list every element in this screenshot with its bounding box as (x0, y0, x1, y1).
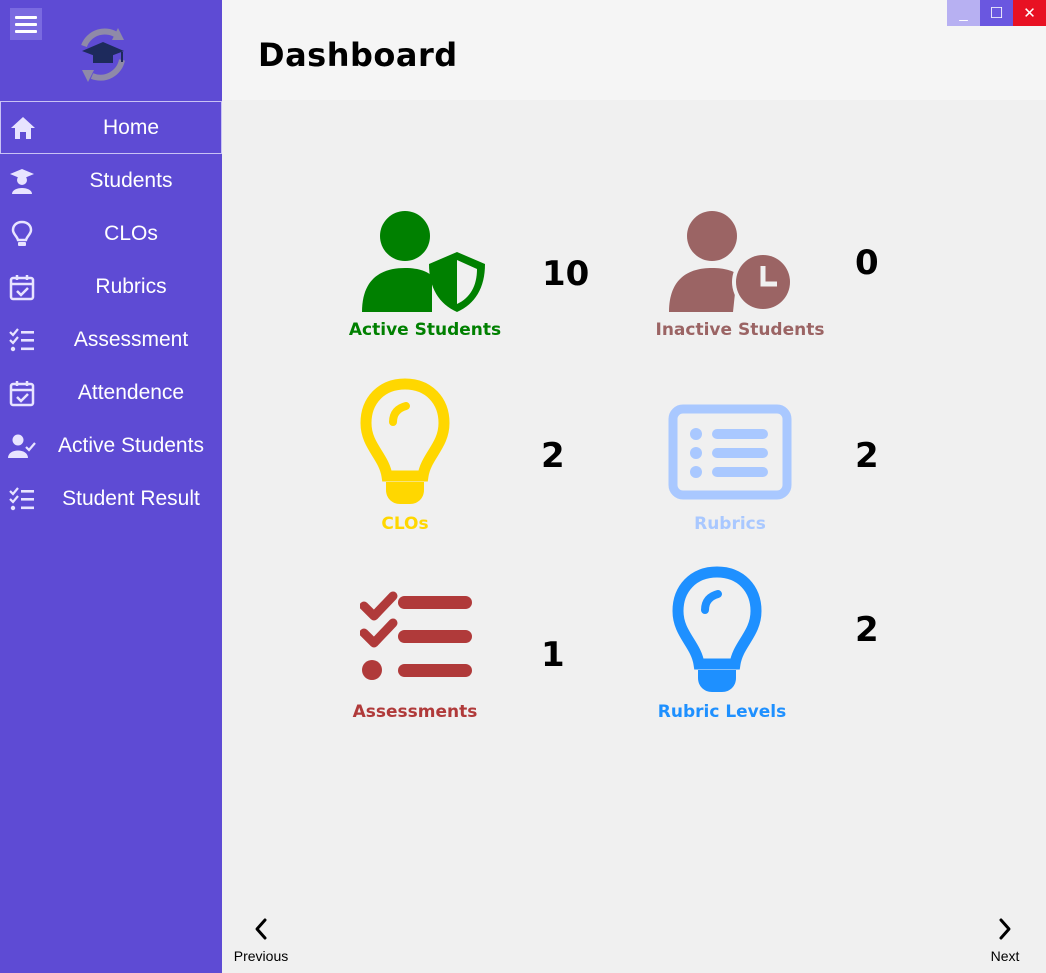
inactive-students-label: Inactive Students (655, 320, 825, 340)
user-shield-icon[interactable] (360, 210, 488, 312)
student-icon (8, 167, 36, 195)
header: Dashboard (222, 0, 1046, 100)
next-label: Next (990, 948, 1020, 964)
sidebar-item-rubrics[interactable]: Rubrics (0, 260, 222, 313)
active-students-count: 10 (542, 254, 590, 294)
checklist-icon[interactable] (360, 590, 474, 682)
sidebar-item-clos[interactable]: CLOs (0, 207, 222, 260)
clos-count: 2 (541, 436, 565, 476)
lightbulb-icon (8, 220, 36, 248)
calendar-check-icon (8, 379, 36, 407)
assessments-label: Assessments (352, 702, 478, 722)
menu-toggle-button[interactable] (10, 8, 42, 40)
chevron-right-icon (999, 918, 1011, 940)
sidebar-item-label: Student Result (62, 486, 200, 510)
page-title: Dashboard (258, 36, 458, 74)
sidebar-item-label: Attendence (77, 380, 185, 404)
assessments-count: 1 (541, 635, 565, 675)
checklist-icon (8, 326, 36, 354)
previous-button[interactable]: Previous (226, 912, 296, 972)
maximize-button[interactable]: ☐ (980, 0, 1013, 26)
list-card-icon[interactable] (668, 404, 792, 500)
home-icon (9, 114, 37, 142)
sidebar-item-label: Assessment (73, 327, 189, 351)
sidebar-item-label: Rubrics (95, 274, 167, 298)
sidebar: Home Students CLOs Rubrics Assessment At… (0, 0, 222, 973)
lightbulb-icon[interactable] (360, 378, 450, 504)
sidebar-item-assessment[interactable]: Assessment (0, 313, 222, 366)
user-check-icon (8, 432, 36, 460)
rubric-levels-label: Rubric Levels (657, 702, 787, 722)
sidebar-item-attendence[interactable]: Attendence (0, 366, 222, 419)
lightbulb-icon[interactable] (672, 566, 762, 692)
sidebar-item-label: CLOs (104, 221, 158, 245)
hamburger-line (15, 22, 37, 26)
close-button[interactable]: ✕ (1013, 0, 1046, 26)
rubrics-label: Rubrics (694, 514, 766, 534)
app-logo (81, 28, 125, 82)
minimize-button[interactable]: _ (947, 0, 980, 26)
sidebar-item-active-students[interactable]: Active Students (0, 419, 222, 472)
inactive-students-count: 0 (855, 243, 879, 283)
clos-label: CLOs (381, 514, 429, 534)
sidebar-item-label: Students (89, 168, 173, 192)
rubric-levels-count: 2 (855, 610, 879, 650)
next-button[interactable]: Next (970, 912, 1040, 972)
checklist-icon (8, 485, 36, 513)
rubrics-count: 2 (855, 436, 879, 476)
hamburger-line (15, 15, 37, 19)
active-students-label: Active Students (348, 320, 502, 340)
sidebar-item-student-result[interactable]: Student Result (0, 472, 222, 525)
previous-label: Previous (233, 948, 289, 964)
chevron-left-icon (255, 918, 267, 940)
user-clock-icon[interactable] (667, 210, 795, 312)
calendar-check-icon (8, 273, 36, 301)
sidebar-item-students[interactable]: Students (0, 154, 222, 207)
sidebar-item-label: Active Students (58, 433, 204, 457)
hamburger-line (15, 29, 37, 33)
sidebar-item-home[interactable]: Home (0, 101, 222, 154)
sidebar-item-label: Home (102, 115, 160, 139)
